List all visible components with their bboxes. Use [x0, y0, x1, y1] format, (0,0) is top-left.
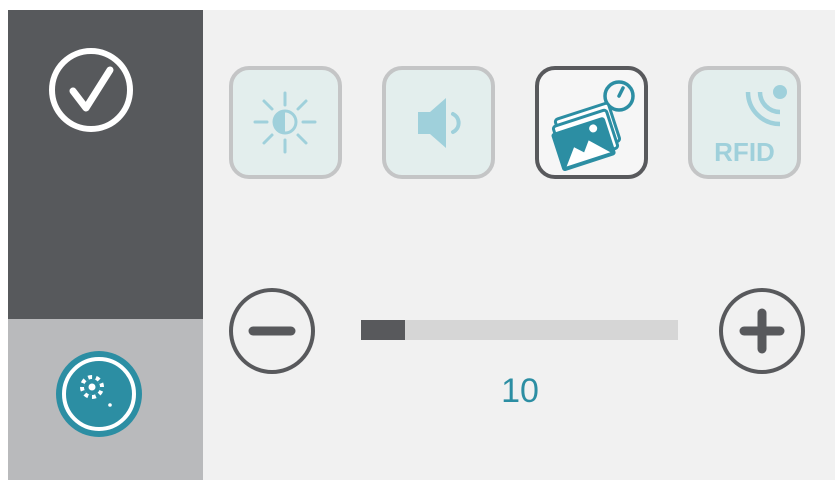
brightness-mode-button[interactable]	[229, 66, 342, 179]
volume-mode-button[interactable]	[382, 66, 495, 179]
confirm-button[interactable]	[46, 45, 136, 135]
level-slider[interactable]	[361, 320, 678, 340]
level-slider-fill	[361, 320, 406, 340]
decrease-button[interactable]	[227, 286, 317, 376]
rfid-mode-button[interactable]: RFID	[688, 66, 801, 179]
minus-circle-icon	[229, 288, 315, 374]
level-value: 10	[501, 372, 539, 410]
speaker-icon	[418, 98, 461, 148]
photos-timer-icon	[551, 80, 635, 172]
brightness-contrast-icon	[253, 91, 317, 154]
check-circle-icon	[49, 48, 133, 132]
slideshow-mode-button[interactable]	[535, 66, 648, 179]
gears-icon	[56, 351, 142, 437]
increase-button[interactable]	[717, 286, 807, 376]
plus-circle-icon	[719, 288, 805, 374]
rfid-label: RFID	[714, 137, 775, 167]
settings-button[interactable]	[52, 347, 146, 441]
sidebar-top-panel	[8, 10, 203, 319]
